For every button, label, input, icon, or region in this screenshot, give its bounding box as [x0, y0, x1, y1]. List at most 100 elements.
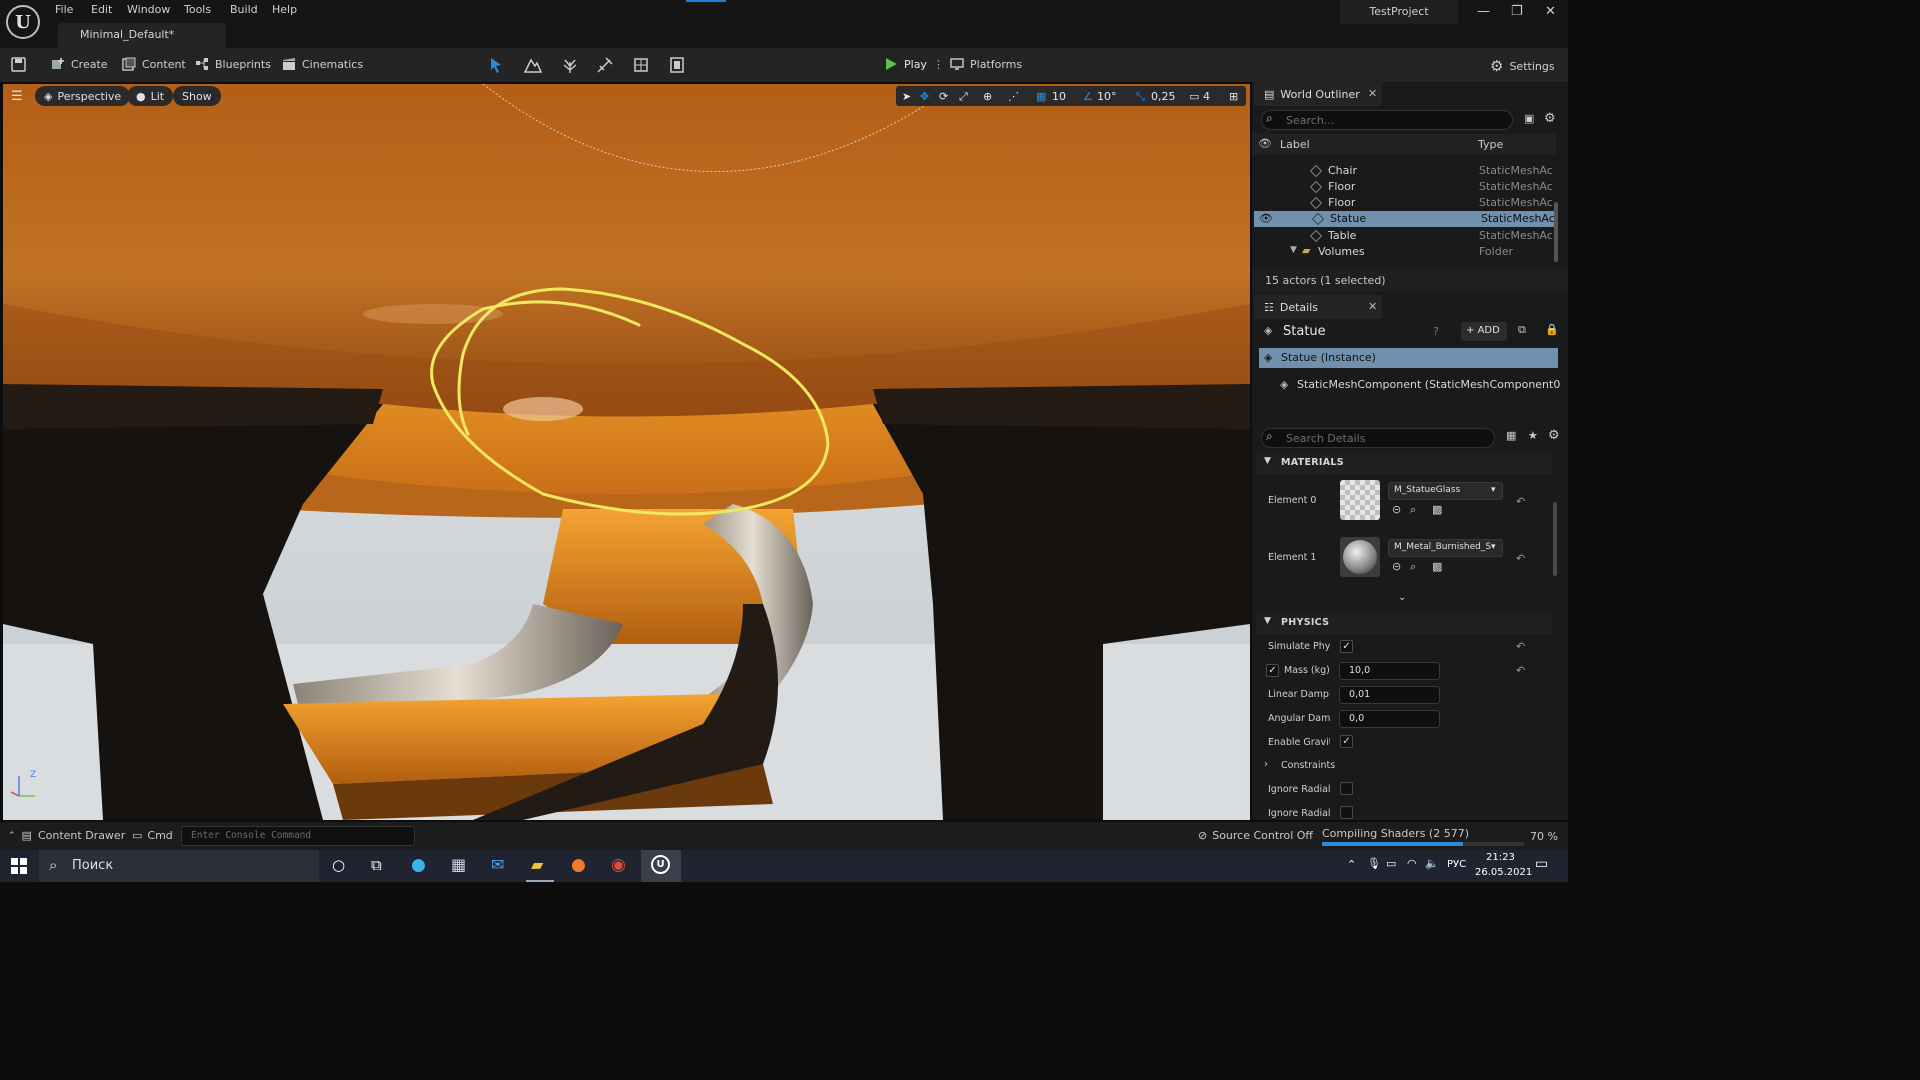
play-options-icon[interactable]: ⋮ — [933, 58, 944, 71]
material-0-dropdown[interactable]: M_StatueGlass ▾ — [1388, 482, 1503, 500]
find-in-browser-icon[interactable]: ⌕ — [1410, 503, 1416, 517]
brush-edit-mode-icon[interactable] — [668, 56, 686, 74]
expand-more-icon[interactable]: ⌄ — [1398, 592, 1406, 603]
cortana-icon[interactable]: ○ — [332, 856, 345, 874]
notifications-icon[interactable]: ▭ — [1535, 856, 1548, 872]
level-viewport[interactable]: ☰ ◈ Perspective ● Lit Show ➤ ✥ ⟳ ⤢ ⊕ ⋰ ▦… — [3, 84, 1250, 820]
foliage-mode-icon[interactable] — [561, 56, 579, 74]
mesh-paint-mode-icon[interactable] — [596, 56, 614, 74]
taskbar-search-box[interactable]: ⌕ Поиск — [39, 850, 319, 882]
volume-icon[interactable]: 🔈 — [1425, 857, 1439, 870]
browse-back-icon[interactable]: ⊝ — [1392, 560, 1401, 573]
visibility-eye-icon[interactable]: 👁 — [1259, 212, 1273, 225]
help-icon[interactable]: ? — [1433, 325, 1439, 338]
create-button[interactable]: Create — [51, 57, 108, 71]
world-space-icon[interactable]: ⊕ — [983, 90, 992, 103]
menu-build[interactable]: Build — [230, 3, 258, 16]
close-icon[interactable]: ✕ — [1368, 87, 1377, 100]
material-options-icon[interactable]: ▩ — [1432, 503, 1442, 516]
menu-edit[interactable]: Edit — [91, 3, 112, 16]
browse-back-icon[interactable]: ⊝ — [1392, 503, 1401, 516]
fracture-mode-icon[interactable] — [632, 56, 650, 74]
store-icon[interactable]: ▦ — [451, 855, 466, 874]
scale-snap-icon[interactable]: ⤡ — [1136, 90, 1145, 104]
component-row[interactable]: ◈ StaticMeshComponent (StaticMeshCompone… — [1280, 377, 1560, 395]
details-tab[interactable]: ☷ Details ✕ — [1254, 295, 1382, 319]
outliner-row[interactable]: Floor StaticMeshActor — [1252, 179, 1556, 195]
outliner-search-input[interactable]: Search... — [1261, 110, 1513, 130]
details-scrollbar[interactable] — [1553, 502, 1557, 576]
outliner-folder-row[interactable]: ▼ ▰ Volumes Folder — [1252, 244, 1556, 260]
edge-browser-icon[interactable]: ● — [411, 855, 426, 875]
table-view-icon[interactable]: ▦ — [1506, 429, 1516, 442]
platforms-button[interactable]: Platforms — [950, 57, 1022, 71]
ignore-radial-force-checkbox[interactable] — [1340, 806, 1353, 819]
close-button[interactable]: ✕ — [1545, 4, 1556, 19]
show-button[interactable]: Show — [173, 86, 221, 106]
blueprint-hierarchy-icon[interactable]: ⧉ — [1518, 323, 1526, 337]
metal-material-thumbnail[interactable] — [1340, 537, 1380, 577]
cmd-button[interactable]: ▭ Cmd — [132, 829, 173, 842]
rotation-snap-icon[interactable]: ∠ — [1083, 90, 1093, 103]
save-icon[interactable] — [11, 57, 26, 72]
clock-time[interactable]: 21:23 — [1486, 852, 1515, 863]
lit-button[interactable]: ● Lit — [127, 86, 174, 106]
favorites-star-icon[interactable]: ★ — [1528, 429, 1538, 442]
materials-section-header[interactable]: ▼ MATERIALS — [1256, 452, 1552, 474]
physics-section-header[interactable]: ▼ PHYSICS — [1256, 612, 1552, 634]
type-column-header[interactable]: Type — [1478, 138, 1503, 151]
outliner-scrollbar[interactable] — [1554, 202, 1558, 262]
camera-speed-value[interactable]: 4 — [1203, 90, 1210, 103]
wifi-icon[interactable]: ◠ — [1407, 857, 1417, 870]
constraints-label[interactable]: Constraints — [1281, 760, 1335, 771]
reset-to-default-icon[interactable]: ↶ — [1516, 664, 1525, 677]
select-tool-icon[interactable]: ➤ — [902, 90, 911, 103]
chevron-right-icon[interactable]: › — [1264, 759, 1268, 770]
cinematics-button[interactable]: Cinematics — [282, 57, 363, 71]
microphone-icon[interactable]: 🎙 — [1367, 857, 1381, 870]
settings-button[interactable]: ⚙ Settings — [1490, 57, 1555, 75]
chrome-icon[interactable]: ◉ — [611, 855, 626, 875]
content-button[interactable]: Content — [122, 57, 186, 71]
mass-override-checkbox[interactable]: ✓ — [1266, 664, 1279, 677]
play-button[interactable]: Play ⋮ — [884, 57, 944, 71]
reset-to-default-icon[interactable]: ↶ — [1516, 640, 1525, 653]
minimize-button[interactable]: — — [1477, 4, 1490, 19]
menu-help[interactable]: Help — [272, 3, 297, 16]
task-view-icon[interactable]: ⧉ — [371, 856, 382, 874]
mass-field[interactable]: 10,0 — [1339, 662, 1440, 680]
console-command-input[interactable]: Enter Console Command — [181, 826, 415, 846]
close-icon[interactable]: ✕ — [1368, 300, 1377, 313]
restore-button[interactable]: ❐ — [1511, 4, 1523, 19]
find-in-browser-icon[interactable]: ⌕ — [1410, 560, 1416, 574]
add-component-button[interactable]: + ADD — [1461, 322, 1507, 341]
unreal-logo-icon[interactable]: U — [6, 5, 40, 39]
material-1-dropdown[interactable]: M_Metal_Burnished_S ▾ — [1388, 539, 1503, 557]
unreal-taskbar-button[interactable]: U — [641, 850, 681, 882]
translate-tool-icon[interactable]: ✥ — [920, 90, 929, 103]
enable-gravity-checkbox[interactable]: ✓ — [1340, 735, 1353, 748]
windows-start-icon[interactable] — [11, 858, 27, 874]
glass-material-thumbnail[interactable] — [1340, 480, 1380, 520]
battery-icon[interactable]: ▭ — [1386, 857, 1396, 870]
viewport-layout-icon[interactable]: ⊞ — [1229, 90, 1238, 103]
grid-snap-icon[interactable]: ▦ — [1036, 90, 1046, 103]
menu-tools[interactable]: Tools — [184, 3, 211, 16]
label-column-header[interactable]: Label — [1280, 138, 1310, 151]
grid-snap-value[interactable]: 10 — [1052, 90, 1066, 103]
details-settings-icon[interactable]: ⚙ — [1548, 428, 1560, 443]
source-control-button[interactable]: ⊘ Source Control Off — [1198, 829, 1313, 842]
show-hidden-icons-icon[interactable]: ⌃ — [1347, 858, 1356, 871]
landscape-mode-icon[interactable] — [524, 56, 542, 74]
scale-snap-value[interactable]: 0,25 — [1151, 90, 1176, 103]
content-drawer-button[interactable]: ⌃ ▤ Content Drawer — [8, 829, 125, 842]
outliner-settings-icon[interactable]: ⚙ — [1544, 111, 1556, 126]
add-folder-icon[interactable]: ▣ — [1524, 112, 1534, 125]
surface-snap-icon[interactable]: ⋰ — [1008, 90, 1019, 103]
viewport-menu-icon[interactable]: ☰ — [11, 89, 23, 104]
file-explorer-icon[interactable]: ▰ — [531, 855, 543, 874]
outliner-row[interactable]: Table StaticMeshActor — [1252, 228, 1556, 244]
blueprints-button[interactable]: Blueprints — [195, 57, 271, 71]
select-mode-icon[interactable] — [487, 56, 505, 74]
details-search-input[interactable]: Search Details — [1261, 428, 1495, 448]
